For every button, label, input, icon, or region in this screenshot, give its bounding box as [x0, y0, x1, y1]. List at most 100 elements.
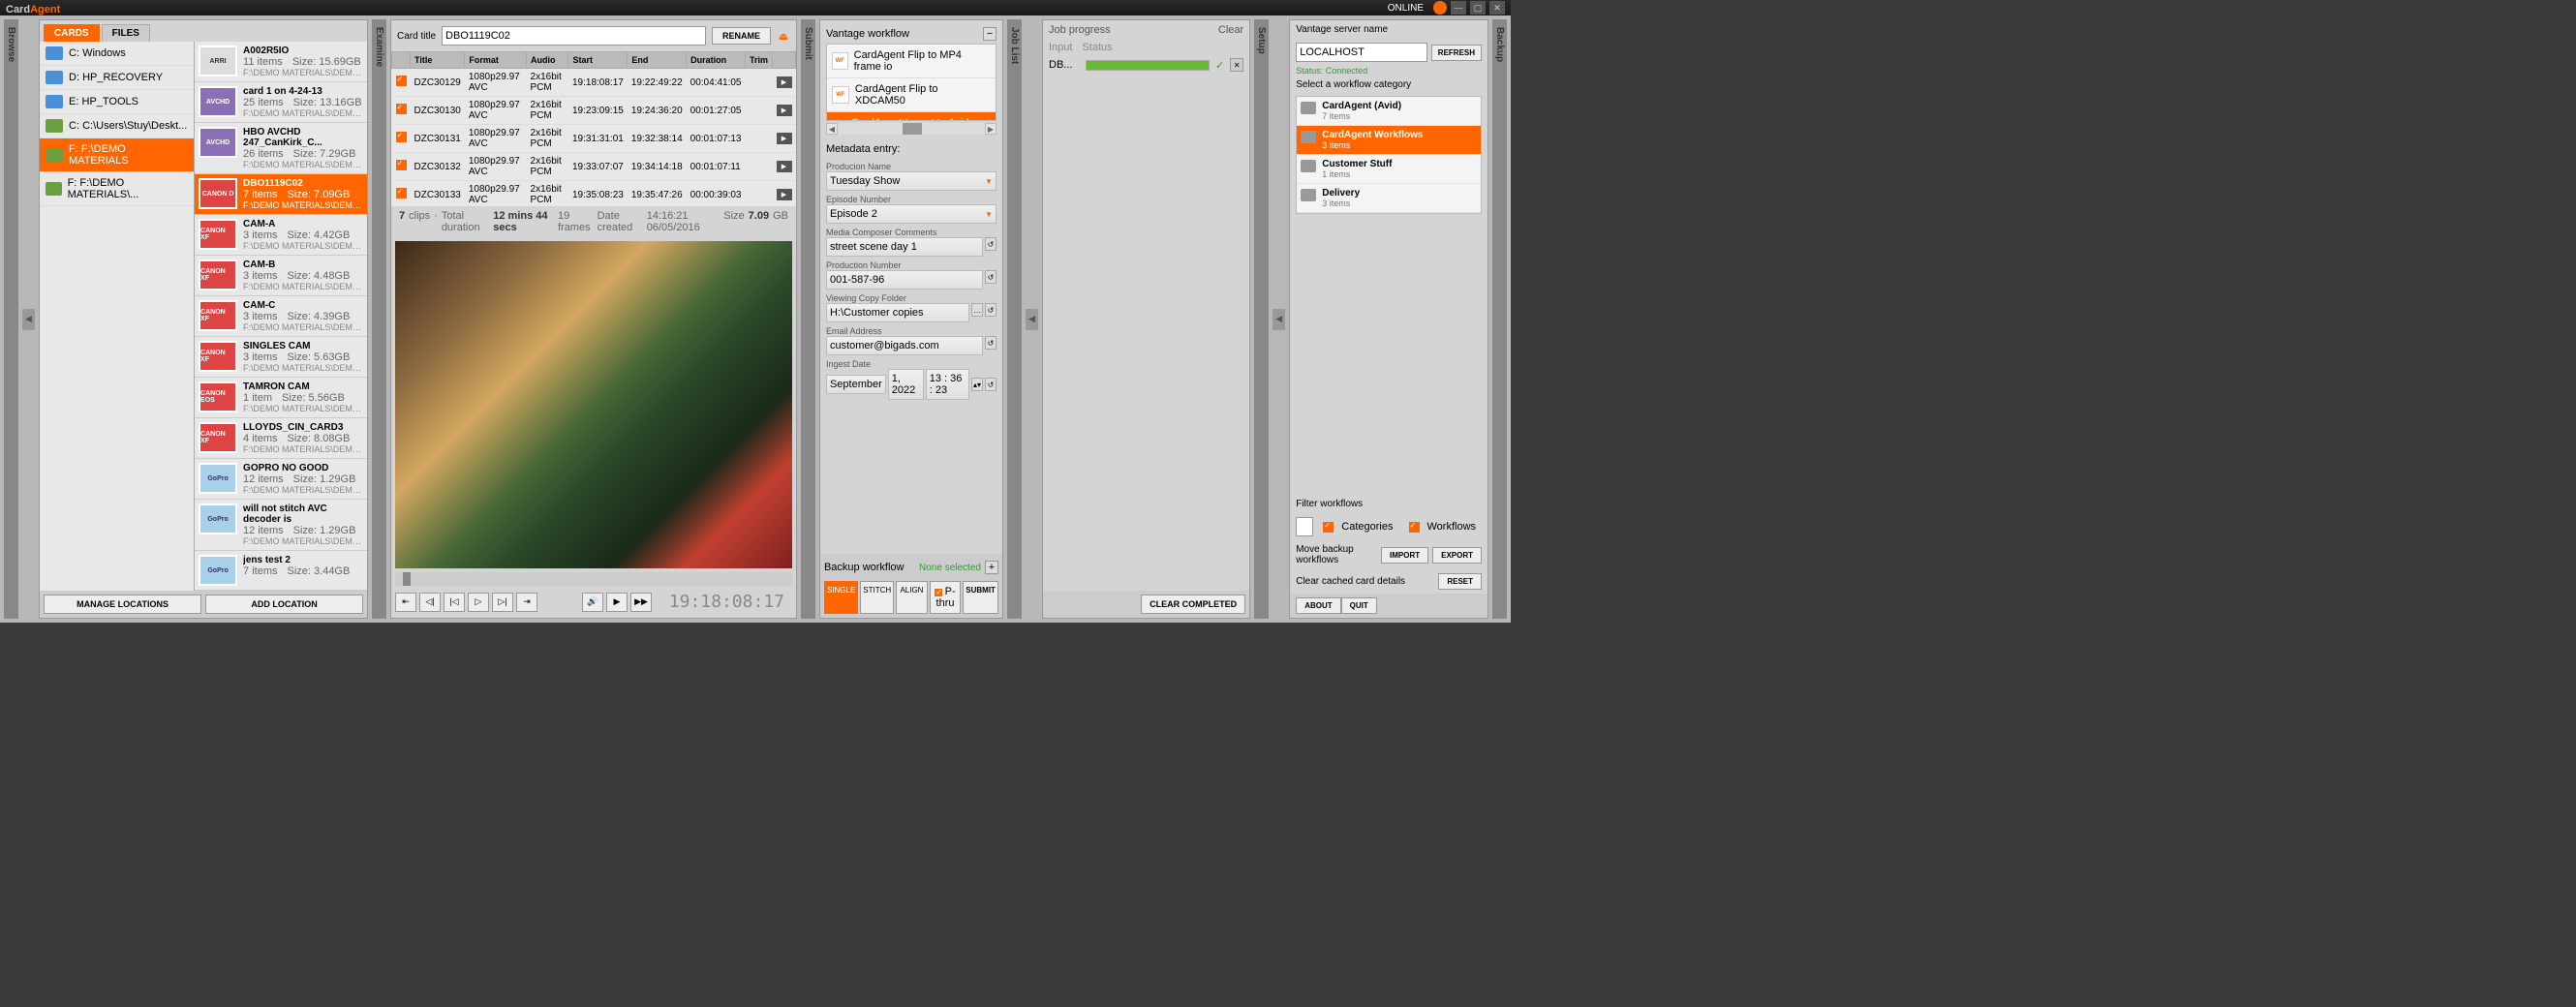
filter-input[interactable] — [1296, 517, 1313, 536]
card-item[interactable]: ARRIA002R5IO11 itemsSize: 15.69GBF:\DEMO… — [195, 42, 367, 82]
card-item[interactable]: GoProwill not stitch AVC decoder is12 it… — [195, 500, 367, 551]
episode-dropdown[interactable]: Episode 2▼ — [826, 204, 997, 224]
category-item[interactable]: CardAgent Workflows3 items — [1297, 126, 1481, 155]
ingest-day-input[interactable]: 1, 2022 — [888, 369, 924, 400]
manage-locations-button[interactable]: MANAGE LOCATIONS — [44, 595, 201, 614]
cards-tab[interactable]: CARDS — [44, 24, 100, 42]
submit-tab[interactable]: Submit — [801, 19, 815, 619]
backup-tab[interactable]: Backup — [1492, 19, 1507, 619]
export-button[interactable]: EXPORT — [1432, 547, 1482, 564]
clip-row[interactable]: DZC301291080p29.97 AVC2x16bit PCM19:18:0… — [392, 69, 796, 97]
files-tab[interactable]: FILES — [102, 24, 150, 42]
clip-row[interactable]: DZC301321080p29.97 AVC2x16bit PCM19:33:0… — [392, 153, 796, 181]
clip-row[interactable]: DZC301331080p29.97 AVC2x16bit PCM19:35:0… — [392, 181, 796, 207]
workflow-item[interactable]: WFCardAgent Ingest to Avid with Metadata — [827, 112, 996, 121]
add-location-button[interactable]: ADD LOCATION — [205, 595, 363, 614]
production-number-input[interactable]: 001-587-96 — [826, 270, 983, 290]
clip-row[interactable]: DZC301311080p29.97 AVC2x16bit PCM19:31:3… — [392, 125, 796, 153]
collapse-workflows-button[interactable]: − — [983, 27, 997, 41]
card-item[interactable]: AVCHDHBO AVCHD 247_CanKirk_C...26 itemsS… — [195, 123, 367, 174]
single-button[interactable]: SINGLE — [824, 581, 858, 614]
play-clip-button[interactable]: ▶ — [777, 76, 792, 88]
prev-button[interactable]: |◁ — [444, 593, 465, 612]
pthru-button[interactable]: P-thru — [930, 581, 962, 614]
production-name-dropdown[interactable]: Tuesday Show▼ — [826, 171, 997, 191]
align-button[interactable]: ALIGN — [896, 581, 928, 614]
copy-reset-button[interactable]: ↺ — [985, 303, 997, 317]
comments-input[interactable]: street scene day 1 — [826, 237, 983, 257]
submit-button[interactable]: SUBMIT — [963, 581, 998, 614]
joblist-tab[interactable]: Job List — [1007, 19, 1022, 619]
play-pause-button[interactable]: ▷ — [468, 593, 489, 612]
play-clip-button[interactable]: ▶ — [777, 105, 792, 116]
drive-item[interactable]: C: C:\Users\Stuy\Deskt... — [40, 114, 194, 138]
clip-checkbox[interactable] — [396, 132, 407, 142]
prodnum-reset-button[interactable]: ↺ — [985, 270, 997, 284]
card-item[interactable]: CANON XFSINGLES CAM3 itemsSize: 5.63GBF:… — [195, 337, 367, 378]
email-input[interactable]: customer@bigads.com — [826, 336, 983, 355]
category-item[interactable]: CardAgent (Avid)7 items — [1297, 97, 1481, 126]
setup-collapse[interactable]: ◀ — [1273, 309, 1285, 330]
video-preview[interactable] — [395, 241, 792, 568]
drive-item[interactable]: F: F:\DEMO MATERIALS\... — [40, 172, 194, 206]
email-reset-button[interactable]: ↺ — [985, 336, 997, 350]
clear-link[interactable]: Clear — [1218, 24, 1243, 36]
quit-button[interactable]: QUIT — [1341, 597, 1377, 614]
drive-item[interactable]: E: HP_TOOLS — [40, 90, 194, 114]
clip-checkbox[interactable] — [396, 188, 407, 198]
card-item[interactable]: CANON EOSTAMRON CAM1 itemSize: 5.56GBF:\… — [195, 378, 367, 418]
maximize-button[interactable]: ▢ — [1470, 1, 1486, 15]
workflow-scrollbar[interactable]: ◀▶ — [826, 123, 997, 135]
browse-folder-button[interactable]: … — [971, 303, 983, 317]
scroll-right-icon[interactable]: ▶ — [985, 123, 997, 135]
clip-row[interactable]: DZC301301080p29.97 AVC2x16bit PCM19:23:0… — [392, 97, 796, 125]
play-clip-button[interactable]: ▶ — [777, 161, 792, 172]
close-button[interactable]: ✕ — [1489, 1, 1505, 15]
copy-folder-input[interactable]: H:\Customer copies — [826, 303, 969, 322]
clip-checkbox[interactable] — [396, 104, 407, 114]
card-item[interactable]: CANON XFCAM-C3 itemsSize: 4.39GBF:\DEMO … — [195, 296, 367, 337]
workflow-item[interactable]: WFCardAgent Flip to MP4 frame io — [827, 45, 996, 78]
examine-tab[interactable]: Examine — [372, 19, 386, 619]
joblist-collapse[interactable]: ◀ — [1026, 309, 1038, 330]
drive-item[interactable]: C: Windows — [40, 42, 194, 66]
mark-out-button[interactable]: ⇥ — [516, 593, 537, 612]
ingest-time-input[interactable]: 13 : 36 : 23 — [926, 369, 969, 400]
date-stepper[interactable]: ▴▾ — [971, 378, 983, 391]
forward-button[interactable]: ▶▶ — [630, 593, 652, 612]
remove-job-button[interactable]: ✕ — [1230, 58, 1243, 72]
drive-item[interactable]: F: F:\DEMO MATERIALS — [40, 138, 194, 172]
card-item[interactable]: CANON XFCAM-B3 itemsSize: 4.48GBF:\DEMO … — [195, 256, 367, 296]
minimize-button[interactable]: — — [1451, 1, 1466, 15]
next-button[interactable]: ▷| — [492, 593, 513, 612]
import-button[interactable]: IMPORT — [1381, 547, 1428, 564]
add-backup-button[interactable]: + — [985, 561, 998, 574]
category-item[interactable]: Delivery3 items — [1297, 184, 1481, 213]
server-name-input[interactable] — [1296, 43, 1427, 62]
card-item[interactable]: CANON XFLLOYDS_CIN_CARD34 itemsSize: 8.0… — [195, 418, 367, 459]
clip-checkbox[interactable] — [396, 160, 407, 170]
drive-item[interactable]: D: HP_RECOVERY — [40, 66, 194, 90]
card-item[interactable]: CANON XFCAM-A3 itemsSize: 4.42GBF:\DEMO … — [195, 215, 367, 256]
browse-collapse[interactable]: ◀ — [22, 309, 35, 330]
audio-button[interactable]: 🔊 — [582, 593, 603, 612]
date-reset-button[interactable]: ↺ — [985, 378, 997, 391]
clip-checkbox[interactable] — [396, 76, 407, 86]
setup-tab[interactable]: Setup — [1254, 19, 1269, 619]
stitch-button[interactable]: STITCH — [860, 581, 894, 614]
about-button[interactable]: ABOUT — [1296, 597, 1340, 614]
play-clip-button[interactable]: ▶ — [777, 133, 792, 144]
ingest-month-input[interactable]: September — [826, 375, 886, 394]
card-title-input[interactable] — [442, 26, 706, 46]
refresh-button[interactable]: REFRESH — [1431, 45, 1482, 61]
mark-in-button[interactable]: ⇤ — [395, 593, 416, 612]
play-clip-button[interactable]: ▶ — [777, 189, 792, 200]
card-item[interactable]: GoProjens test 27 itemsSize: 3.44GB — [195, 551, 367, 591]
category-item[interactable]: Customer Stuff1 items — [1297, 155, 1481, 184]
browse-tab[interactable]: Browse — [4, 19, 18, 619]
clear-completed-button[interactable]: CLEAR COMPLETED — [1141, 595, 1245, 614]
comments-reset-button[interactable]: ↺ — [985, 237, 997, 251]
card-item[interactable]: GoProGOPRO NO GOOD12 itemsSize: 1.29GBF:… — [195, 459, 367, 500]
card-item[interactable]: CANON DDBO1119C027 itemsSize: 7.09GBF:\D… — [195, 174, 367, 215]
play-button[interactable]: ▶ — [606, 593, 628, 612]
